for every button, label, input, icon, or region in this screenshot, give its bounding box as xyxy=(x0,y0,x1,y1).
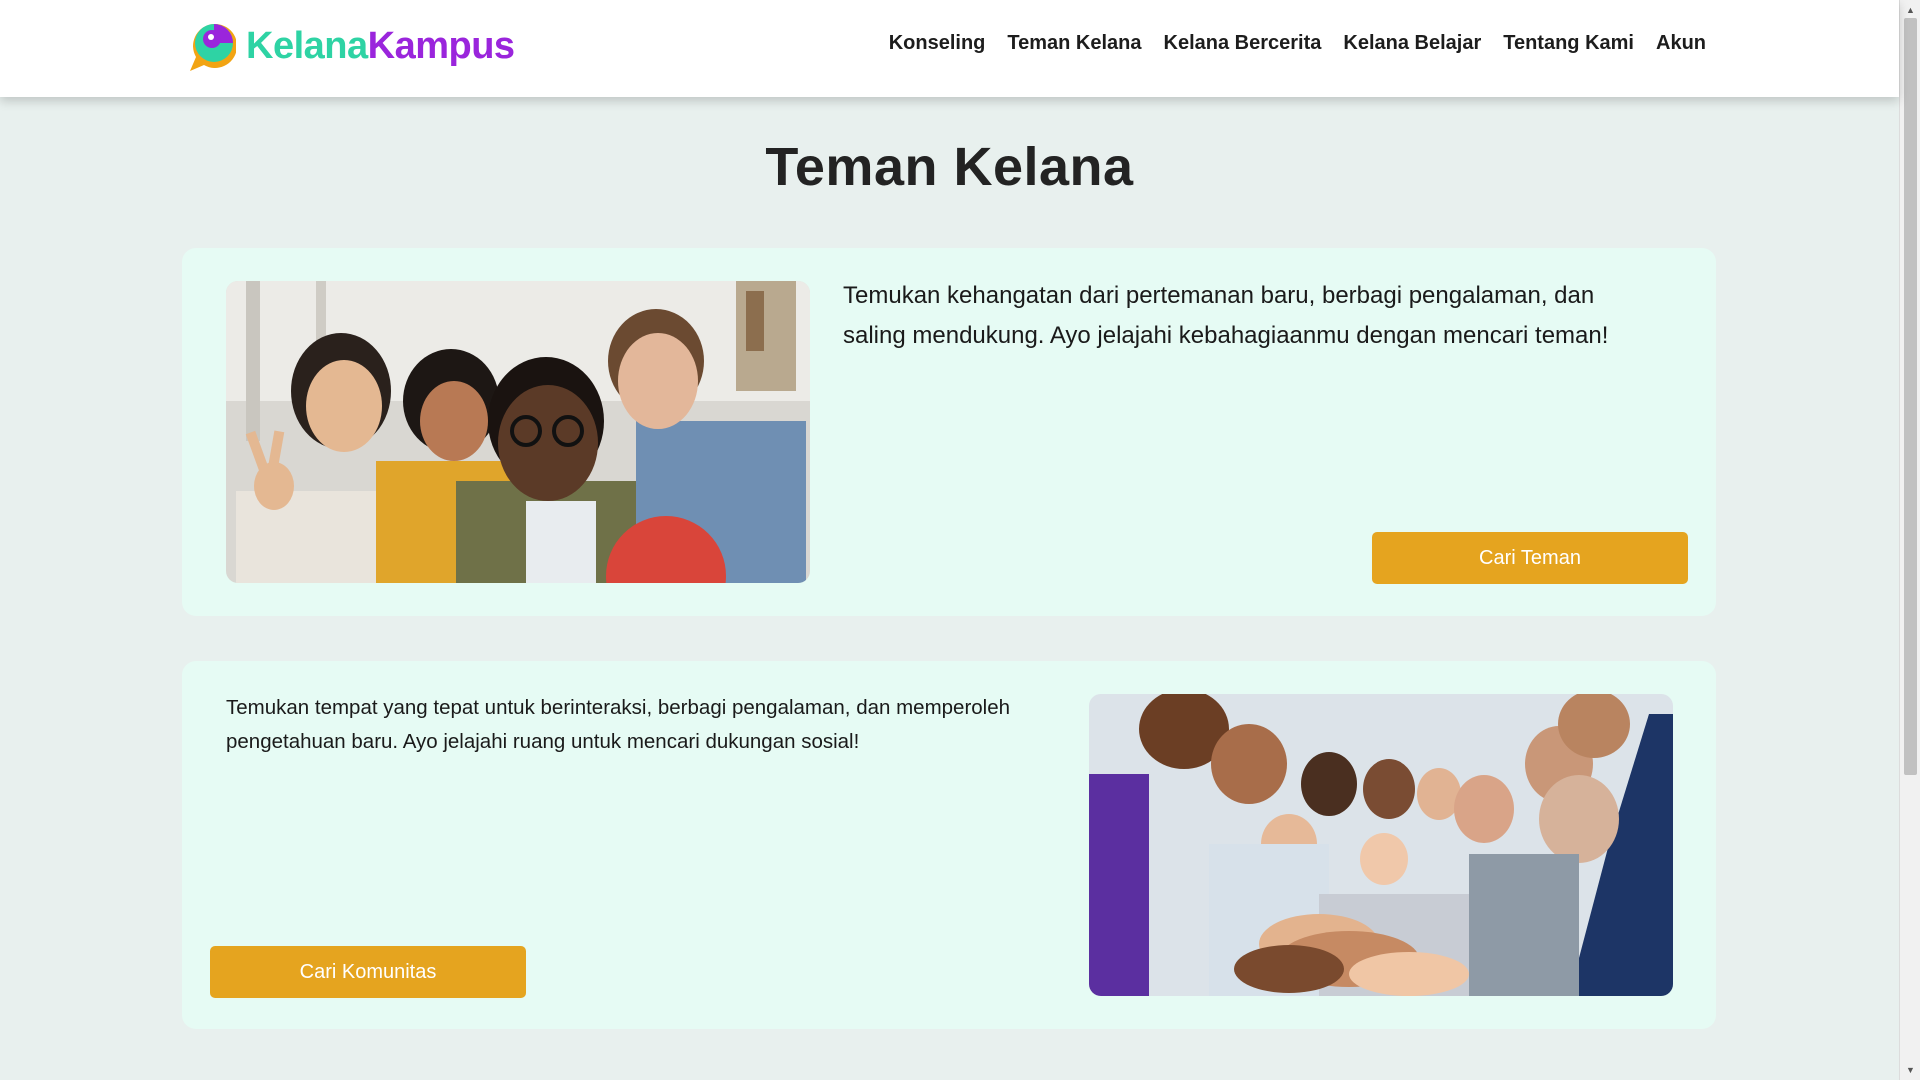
scroll-down-arrow-icon[interactable]: ▼ xyxy=(1900,1062,1920,1078)
scroll-thumb[interactable] xyxy=(1904,18,1917,775)
scroll-up-arrow-icon[interactable]: ▲ xyxy=(1900,2,1920,18)
brand-name-part1: Kelana xyxy=(246,24,368,67)
friends-selfie-photo xyxy=(226,281,810,583)
nav-tentang-kami[interactable]: Tentang Kami xyxy=(1503,32,1634,55)
community-group-hands-photo xyxy=(1089,694,1673,996)
chat-bubble-logo-icon xyxy=(190,23,236,71)
nav-kelana-bercerita[interactable]: Kelana Bercerita xyxy=(1164,32,1322,55)
find-friends-card: Temukan kehangatan dari pertemanan baru,… xyxy=(182,248,1716,616)
find-friends-description: Temukan kehangatan dari pertemanan baru,… xyxy=(843,282,1609,349)
find-community-description: Temukan tempat yang tepat untuk berinter… xyxy=(226,696,1011,753)
find-community-card: Temukan tempat yang tepat untuk berinter… xyxy=(182,661,1716,1029)
navbar: KelanaKampus Konseling Teman Kelana Kela… xyxy=(0,0,1899,97)
nav-akun[interactable]: Akun xyxy=(1656,32,1706,55)
friends-selfie-image xyxy=(226,281,810,583)
page-title: Teman Kelana xyxy=(765,137,1134,197)
brand-logo-link[interactable]: KelanaKampus xyxy=(182,18,515,74)
brand-name: KelanaKampus xyxy=(246,25,515,68)
nav-konseling[interactable]: Konseling xyxy=(889,32,986,55)
nav-teman-kelana[interactable]: Teman Kelana xyxy=(1007,32,1141,55)
find-community-button[interactable]: Cari Komunitas xyxy=(210,946,526,998)
page-scrollbar[interactable]: ▲ ▼ xyxy=(1899,0,1920,1080)
community-group-image xyxy=(1089,694,1673,996)
main-nav: Konseling Teman Kelana Kelana Bercerita … xyxy=(889,32,1706,55)
find-friends-button[interactable]: Cari Teman xyxy=(1372,532,1688,584)
nav-kelana-belajar[interactable]: Kelana Belajar xyxy=(1343,32,1481,55)
brand-name-part2: Kampus xyxy=(367,24,515,67)
